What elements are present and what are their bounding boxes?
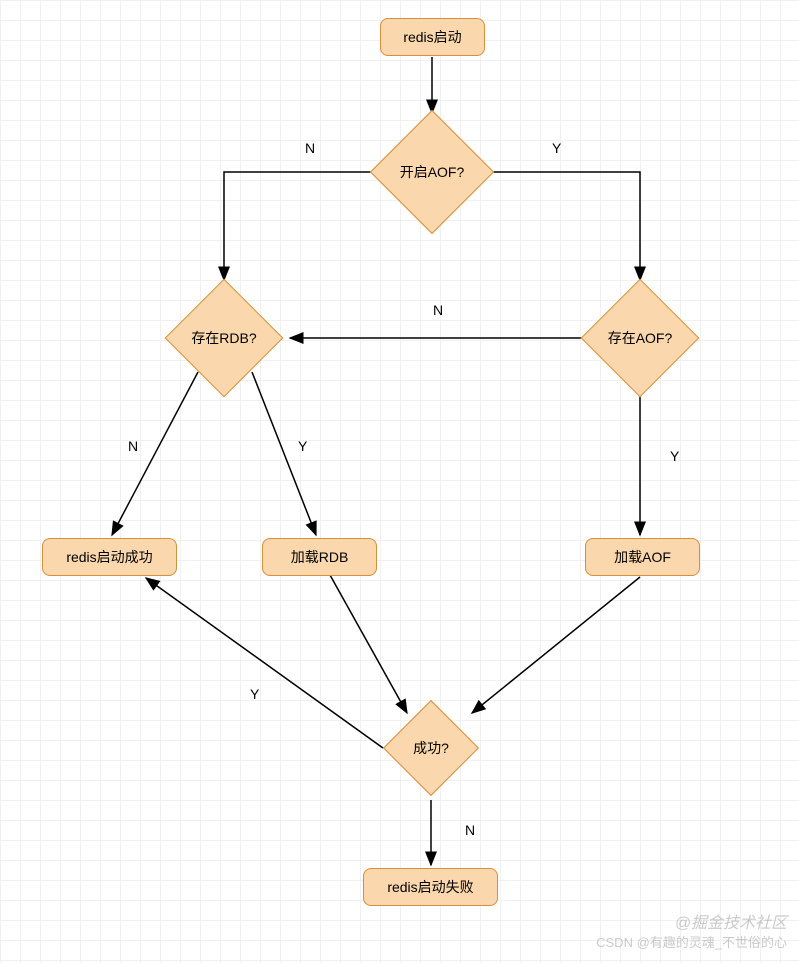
node-success: 成功? xyxy=(397,714,465,782)
node-aof-enabled: 开启AOF? xyxy=(388,128,476,216)
node-redis-success: redis启动成功 xyxy=(42,538,177,576)
node-rdb-exists-label: 存在RDB? xyxy=(191,328,256,348)
watermark-1: @掘金技术社区 xyxy=(675,909,787,933)
node-success-label: 成功? xyxy=(413,738,449,758)
node-rdb-exists: 存在RDB? xyxy=(182,296,266,380)
node-load-aof: 加载AOF xyxy=(585,538,700,576)
label-success-y: Y xyxy=(250,686,259,702)
node-start: redis启动 xyxy=(380,18,485,56)
label-success-n: N xyxy=(465,822,475,838)
watermark-2: CSDN @有趣的灵魂_不世俗的心 xyxy=(596,932,787,951)
node-redis-fail-label: redis启动失败 xyxy=(387,877,473,897)
label-aof-n: N xyxy=(305,140,315,156)
node-aof-exists-label: 存在AOF? xyxy=(608,328,673,348)
node-start-label: redis启动 xyxy=(403,27,461,47)
label-aofexists-y: Y xyxy=(670,448,679,464)
node-load-aof-label: 加载AOF xyxy=(614,547,671,567)
label-rdb-y: Y xyxy=(298,438,307,454)
node-load-rdb: 加载RDB xyxy=(262,538,377,576)
node-aof-enabled-label: 开启AOF? xyxy=(400,162,465,182)
node-redis-success-label: redis启动成功 xyxy=(66,547,152,567)
label-rdb-n: N xyxy=(128,438,138,454)
node-redis-fail: redis启动失败 xyxy=(363,868,498,906)
node-load-rdb-label: 加载RDB xyxy=(291,547,349,567)
label-aof-y: Y xyxy=(552,140,561,156)
node-aof-exists: 存在AOF? xyxy=(598,296,682,380)
label-aofexists-n: N xyxy=(433,302,443,318)
